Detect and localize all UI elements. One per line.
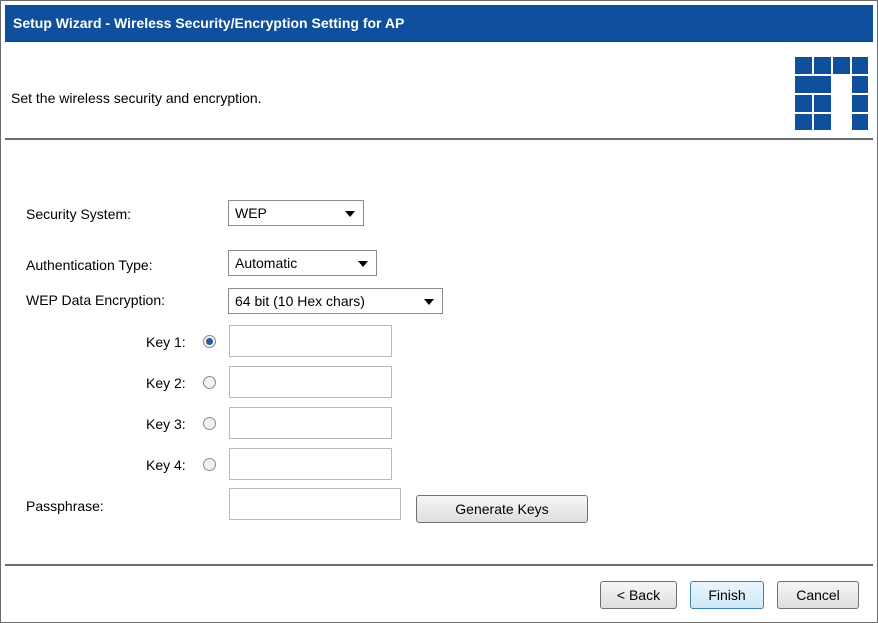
generate-keys-button[interactable]: Generate Keys (416, 495, 588, 523)
wep-encryption-select[interactable]: 64 bit (10 Hex chars) (228, 288, 443, 314)
header-divider (5, 138, 873, 140)
security-system-label: Security System: (26, 206, 132, 222)
chevron-down-icon (358, 261, 368, 267)
key-3-radio[interactable] (203, 417, 216, 430)
auth-type-label: Authentication Type: (26, 257, 153, 273)
wep-encryption-value: 64 bit (10 Hex chars) (235, 293, 365, 309)
back-button[interactable]: < Back (600, 581, 677, 609)
key-4-input[interactable] (229, 448, 392, 480)
key-2-radio[interactable] (203, 376, 216, 389)
title-bar: Setup Wizard - Wireless Security/Encrypt… (5, 5, 873, 42)
footer-divider (5, 564, 873, 566)
cancel-button[interactable]: Cancel (777, 581, 859, 609)
brand-logo-icon (795, 57, 868, 130)
window-title: Setup Wizard - Wireless Security/Encrypt… (13, 15, 405, 31)
auth-type-value: Automatic (235, 255, 298, 271)
security-system-select[interactable]: WEP (228, 200, 364, 226)
key-1-input[interactable] (229, 325, 392, 357)
auth-type-select[interactable]: Automatic (228, 250, 377, 276)
security-system-value: WEP (235, 205, 267, 221)
key-3-input[interactable] (229, 407, 392, 439)
wizard-header: Set the wireless security and encryption… (5, 42, 873, 138)
key-2-input[interactable] (229, 366, 392, 398)
passphrase-input[interactable] (229, 488, 401, 520)
wizard-window: Setup Wizard - Wireless Security/Encrypt… (0, 0, 878, 623)
chevron-down-icon (424, 299, 434, 305)
key-2-label: Key 2: (146, 375, 186, 391)
key-1-radio[interactable] (203, 335, 216, 348)
finish-button[interactable]: Finish (690, 581, 764, 609)
header-subtitle: Set the wireless security and encryption… (11, 90, 262, 106)
wep-encryption-label: WEP Data Encryption: (26, 292, 166, 308)
key-1-label: Key 1: (146, 334, 186, 350)
chevron-down-icon (345, 211, 355, 217)
key-3-label: Key 3: (146, 416, 186, 432)
key-4-radio[interactable] (203, 458, 216, 471)
key-4-label: Key 4: (146, 457, 186, 473)
passphrase-label: Passphrase: (26, 498, 104, 514)
